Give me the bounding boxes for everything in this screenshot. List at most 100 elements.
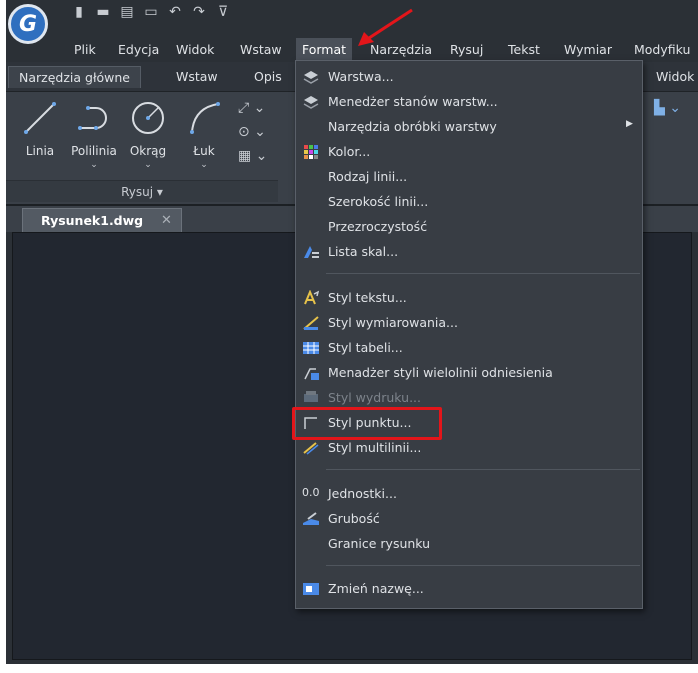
circle-caret-icon[interactable]: ⌄ [122,160,174,170]
menu-item-label: Jednostki... [328,486,397,501]
scale-list-icon [304,246,319,258]
menu-item-label: Granice rysunku [328,536,431,551]
menu-edycja[interactable]: Edycja [112,38,165,62]
thickness-icon [303,512,319,525]
menu-item-label: Warstwa... [328,69,394,84]
menu-item-label: Menadżer styli wielolinii odniesienia [328,365,553,380]
ellipse-icon[interactable]: ⊙ ⌄ [238,124,278,148]
menu-item-label: Zmień nazwę... [328,581,424,596]
annotation-arrow [358,8,413,46]
polyline-caret-icon[interactable]: ⌄ [68,160,120,170]
arc-tool-label: Łuk [193,144,215,158]
redo-icon[interactable]: ↷ [190,4,208,20]
menu-item-zmien-nazwe[interactable]: Zmień nazwę... [296,577,642,601]
menu-widok[interactable]: Widok [170,38,220,62]
menu-item-label: Przezroczystość [328,219,428,234]
menu-item-styl-tekstu[interactable]: Styl tekstu... [296,286,642,310]
menu-item-label: Styl tekstu... [328,290,407,305]
print-icon[interactable]: ▤ [118,4,136,20]
multileader-style-icon [304,368,319,380]
app-logo[interactable]: G [8,4,48,44]
rename-icon [303,583,319,595]
draw-panel-footer[interactable]: Rysuj ▾ [6,180,278,202]
menu-item-label: Styl tabeli... [328,340,403,355]
menu-item-label: Styl wymiarowania... [328,315,458,330]
menu-item-grubosc[interactable]: Grubość [296,507,642,531]
menu-item-label: Menedżer stanów warstw... [328,94,498,109]
menu-item-narzedzia-obrobki-warstwy[interactable]: Narzędzia obróbki warstwy ▶ [296,115,642,139]
document-tab[interactable]: Rysunek1.dwg ✕ [22,208,182,234]
dimension-style-icon [303,316,319,330]
tab-widok[interactable]: Widok [646,66,698,88]
menu-item-jednostki[interactable]: 0.0 Jednostki... [296,482,642,506]
polyline-tool-button[interactable]: Polilinia ⌄ [68,98,120,170]
multiline-style-icon [303,442,319,455]
menu-item-warstwa[interactable]: Warstwa... [296,65,642,89]
menu-item-label: Lista skal... [328,244,399,259]
menu-item-lista-skal[interactable]: Lista skal... [296,240,642,264]
menu-item-label: Narzędzia obróbki warstwy [328,119,497,134]
draw-panel-caret-icon[interactable]: ▾ [157,185,163,199]
line-tool-label: Linia [25,144,55,158]
menu-item-przezroczystosc[interactable]: Przezroczystość [296,215,642,239]
quick-access-toolbar: ▮ ▬ ▤ ▭ ↶ ↷ ⊽ [70,4,232,20]
layer-icon [303,71,319,84]
menu-plik[interactable]: Plik [68,38,102,62]
menu-item-menedzer-stanow-warstw[interactable]: Menedżer stanów warstw... [296,90,642,114]
line-icon [24,102,56,134]
menu-item-styl-wymiarowania[interactable]: Styl wymiarowania... [296,311,642,335]
layer-states-icon [303,96,319,109]
menu-rysuj[interactable]: Rysuj [444,38,489,62]
customize-icon[interactable]: ⊽ [214,4,232,20]
circle-tool-button[interactable]: Okrąg ⌄ [122,98,174,170]
polyline-tool-label: Polilinia [71,144,117,158]
xline-icon[interactable]: ⤢ ⌄ [238,100,278,124]
menu-item-styl-tabeli[interactable]: Styl tabeli... [296,336,642,360]
table-style-icon [303,342,319,354]
arc-tool-button[interactable]: Łuk ⌄ [178,98,230,170]
tab-opis[interactable]: Opis [244,66,292,88]
undo-icon[interactable]: ↶ [166,4,184,20]
small-tools-column: ⤢ ⌄ ⊙ ⌄ ▦ ⌄ [238,100,278,172]
color-icon [304,145,318,159]
save-icon[interactable]: ▭ [142,4,160,20]
units-icon: 0.0 [302,486,320,499]
menu-item-label: Styl wydruku... [328,390,421,405]
tab-wstaw[interactable]: Wstaw [166,66,228,88]
open-folder-icon[interactable]: ▬ [94,4,112,20]
menu-separator [326,565,640,566]
menu-item-granice-rysunku[interactable]: Granice rysunku [296,532,642,556]
new-file-icon[interactable]: ▮ [70,4,88,20]
menu-wstaw[interactable]: Wstaw [234,38,288,62]
circle-tool-label: Okrąg [129,144,167,158]
menu-item-rodzaj-linii[interactable]: Rodzaj linii... [296,165,642,189]
menu-format[interactable]: Format [296,38,353,62]
menu-item-kolor[interactable]: Kolor... [296,140,642,164]
menu-item-szerokosc-linii[interactable]: Szerokość linii... [296,190,642,214]
align-icon[interactable]: ▙ ⌄ [654,100,681,116]
menu-separator [326,469,640,470]
menu-separator [326,273,640,274]
menu-item-label: Grubość [328,511,380,526]
tab-narzedzia-glowne[interactable]: Narzędzia główne [8,66,141,88]
document-tab-label: Rysunek1.dwg [41,213,144,228]
polyline-icon [78,106,107,130]
arc-caret-icon[interactable]: ⌄ [178,160,230,170]
menu-item-label: Szerokość linii... [328,194,429,209]
menu-item-label: Styl multilinii... [328,440,422,455]
arc-icon [190,102,220,134]
draw-panel-label: Rysuj [121,185,154,199]
line-tool-button[interactable]: Linia [14,98,66,158]
menu-modyfikuj[interactable]: Modyfiku [628,38,696,62]
menu-wymiar[interactable]: Wymiar [558,38,618,62]
circle-icon [132,102,164,134]
menu-tekst[interactable]: Tekst [502,38,546,62]
menu-item-label: Kolor... [328,144,371,159]
menu-item-menadzer-styli-wielolinii[interactable]: Menadżer styli wielolinii odniesienia [296,361,642,385]
hatch-icon[interactable]: ▦ ⌄ [238,148,278,172]
format-menu: Warstwa... Menedżer stanów warstw... Nar… [295,60,643,609]
highlight-box [292,407,442,440]
plot-style-icon [304,391,318,402]
close-tab-icon[interactable]: ✕ [161,213,172,228]
menu-item-label: Rodzaj linii... [328,169,408,184]
